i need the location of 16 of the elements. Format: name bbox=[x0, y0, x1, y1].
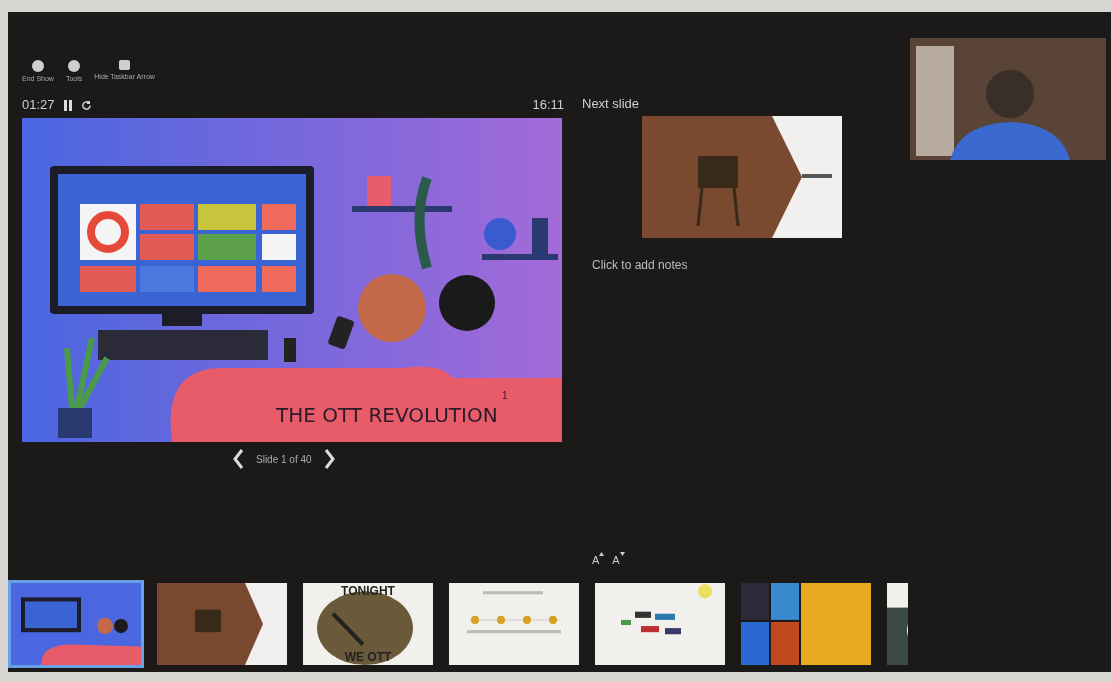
clock-time: 16:11 bbox=[532, 96, 565, 115]
slide-title: THE OTT REVOLUTION bbox=[276, 402, 498, 429]
thumbnail-caption: WE OTT bbox=[343, 649, 393, 666]
decrease-font-button[interactable]: A bbox=[612, 551, 625, 568]
elapsed-timer: 01:27 bbox=[22, 96, 55, 115]
pause-icon[interactable] bbox=[62, 99, 73, 111]
next-slide-icon[interactable] bbox=[323, 448, 336, 470]
previous-slide-icon[interactable] bbox=[232, 448, 244, 470]
increase-font-button[interactable]: A bbox=[592, 551, 605, 568]
slide-number: 1 bbox=[502, 389, 508, 403]
reset-icon[interactable] bbox=[80, 99, 92, 111]
notes-placeholder[interactable]: Click to add notes bbox=[582, 255, 908, 274]
caret-icon bbox=[599, 551, 605, 556]
next-slide-heading: Next slide bbox=[582, 95, 641, 113]
caret-icon bbox=[619, 551, 625, 556]
slide-counter: Slide 1 of 40 bbox=[256, 452, 312, 467]
